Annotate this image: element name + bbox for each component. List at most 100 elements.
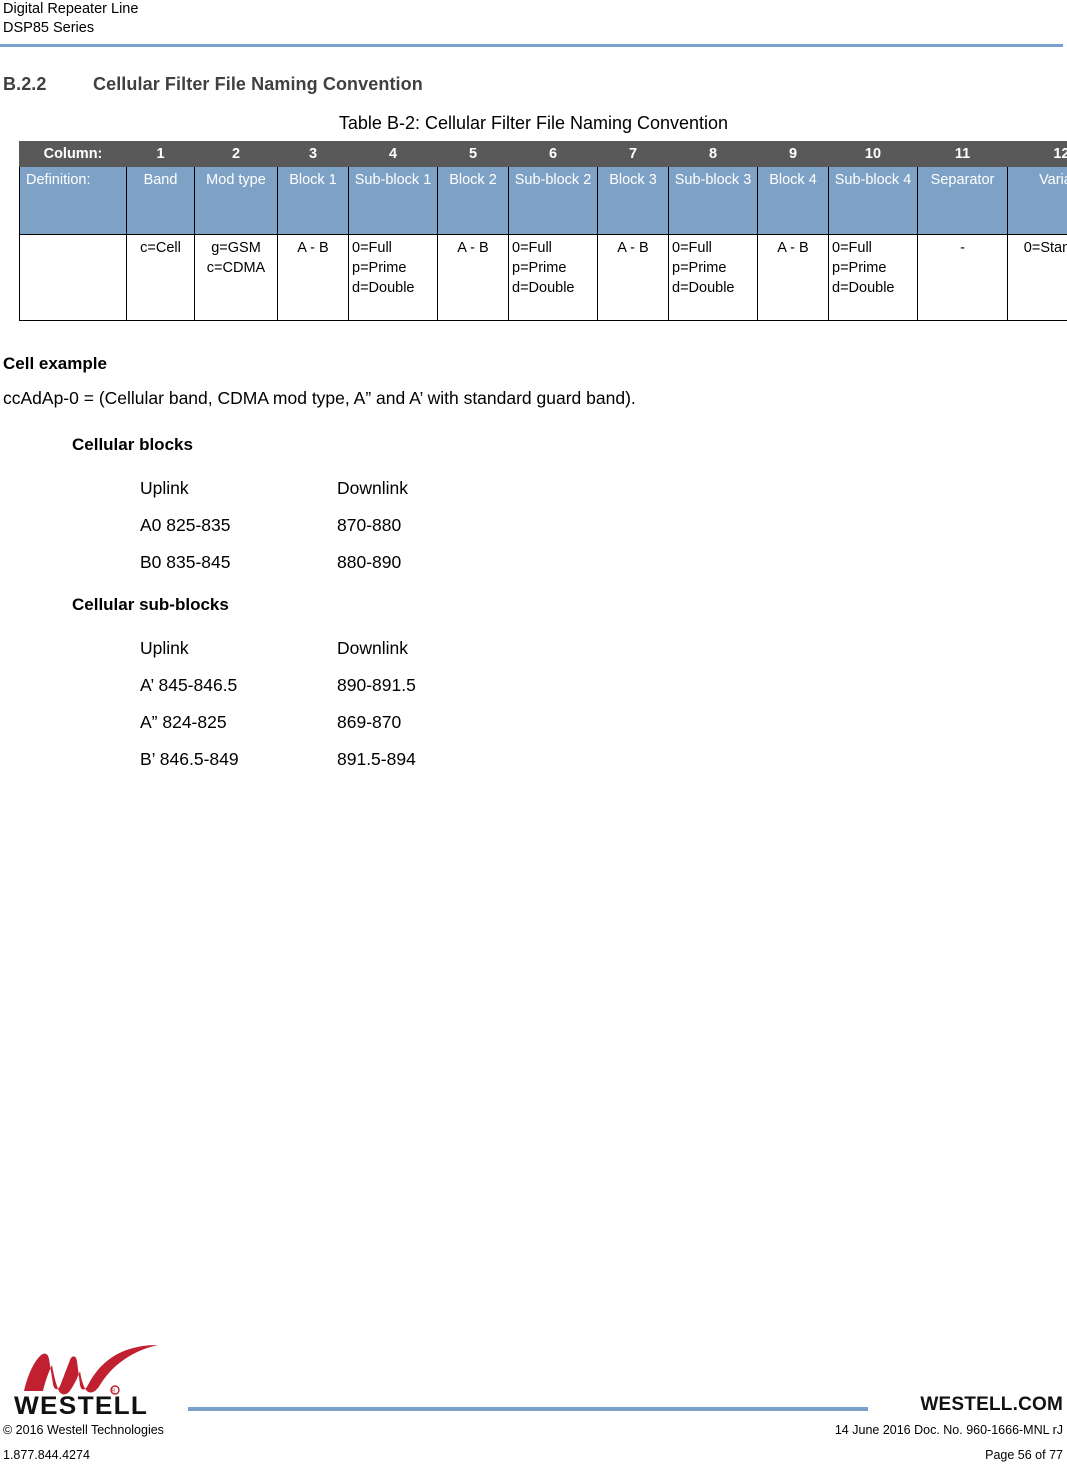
blocks-row-0-uplink: A0 825-835: [140, 515, 231, 535]
value-cell-9-text: A - B: [777, 240, 809, 256]
definition-cell-6: Sub-block 2: [508, 166, 598, 235]
column-number-11: 11: [917, 141, 1008, 167]
value-cell-1: c=Cell: [126, 234, 195, 321]
value-cell-8-text: 0=Full p=Prime d=Double: [672, 240, 735, 296]
footer-phone: 1.877.844.4274: [3, 1448, 90, 1462]
blocks-uplink-header: Uplink: [140, 478, 189, 498]
value-cell-3-text: A - B: [297, 240, 329, 256]
footer-website: WESTELL.COM: [920, 1394, 1063, 1415]
value-cell-4: 0=Full p=Prime d=Double: [348, 234, 438, 321]
blocks-downlink-header: Downlink: [337, 478, 408, 498]
table-row: A’ 845-846.5 890-891.5: [140, 667, 537, 704]
definition-cell-12: Variant: [1007, 166, 1067, 235]
value-cell-12-text: 0=Standard: [1023, 240, 1067, 256]
cell-example-title: Cell example: [3, 354, 107, 373]
blocks-row-1-downlink: 880-890: [337, 552, 402, 572]
value-cell-7-text: A - B: [617, 240, 649, 256]
value-row-label: [19, 234, 127, 321]
value-cell-6-text: 0=Full p=Prime d=Double: [512, 240, 575, 296]
page-header: Digital Repeater Line DSP85 Series: [0, 0, 1067, 50]
column-number-1: 1: [126, 141, 195, 167]
sub-blocks-row-0-uplink: A’ 845-846.5: [140, 675, 238, 695]
column-number-5: 5: [437, 141, 509, 167]
table-row: Uplink Downlink: [140, 470, 537, 507]
sub-blocks-row-2-downlink: 891.5-894: [337, 749, 416, 769]
cellular-sub-blocks-table: Uplink Downlink A’ 845-846.5 890-891.5 A…: [140, 630, 537, 778]
sub-blocks-row-1-downlink: 869-870: [337, 712, 402, 732]
value-cell-12: 0=Standard: [1007, 234, 1067, 321]
value-cell-10-text: 0=Full p=Prime d=Double: [832, 240, 895, 296]
table-row-column-numbers: Column: 1 2 3 4 5 6 7 8 9 10 11 12: [19, 141, 1067, 167]
definition-cell-5: Block 2: [437, 166, 509, 235]
section-number: B.2.2: [3, 74, 47, 94]
cell-example-text: ccAdAp-0 = (Cellular band, CDMA mod type…: [3, 388, 636, 408]
definition-cell-11: Separator: [917, 166, 1008, 235]
sub-blocks-uplink-header: Uplink: [140, 638, 189, 658]
footer-copyright: © 2016 Westell Technologies: [3, 1423, 164, 1437]
filter-naming-table: Column: 1 2 3 4 5 6 7 8 9 10 11 12 Defin…: [19, 141, 1067, 321]
blocks-row-0-downlink: 870-880: [337, 515, 402, 535]
table-row-values: c=Cell g=GSM c=CDMA A - B 0=Full p=Prime…: [19, 234, 1067, 321]
footer-right-info: 14 June 2016 Doc. No. 960-1666-MNL rJ Pa…: [835, 1418, 1063, 1468]
value-cell-8: 0=Full p=Prime d=Double: [668, 234, 758, 321]
table-row: B0 835-845 880-890: [140, 544, 537, 581]
footer-divider: [188, 1407, 868, 1411]
sub-blocks-row-1-uplink: A” 824-825: [140, 712, 227, 732]
definition-cell-9: Block 4: [757, 166, 829, 235]
section-title: Cellular Filter File Naming Convention: [93, 74, 423, 94]
value-cell-5-text: A - B: [457, 240, 489, 256]
footer-page-info: Page 56 of 77: [985, 1448, 1063, 1462]
definition-cell-7: Block 3: [597, 166, 669, 235]
header-divider: [0, 44, 1063, 47]
column-number-2: 2: [194, 141, 278, 167]
definition-row-label: Definition:: [19, 166, 127, 235]
section-heading: B.2.2 Cellular Filter File Naming Convent…: [3, 74, 1053, 95]
westell-wordmark: WESTELL: [14, 1392, 149, 1420]
value-cell-11: -: [917, 234, 1008, 321]
table-row: Uplink Downlink: [140, 630, 537, 667]
table-row: A0 825-835 870-880: [140, 507, 537, 544]
column-row-label: Column:: [19, 141, 127, 167]
definition-cell-1: Band: [126, 166, 195, 235]
table-row-definitions: Definition: Band Mod type Block 1 Sub-bl…: [19, 166, 1067, 235]
definition-cell-10: Sub-block 4: [828, 166, 918, 235]
value-cell-4-text: 0=Full p=Prime d=Double: [352, 240, 415, 296]
blocks-row-1-uplink: B0 835-845: [140, 552, 231, 572]
cellular-blocks-title: Cellular blocks: [72, 435, 193, 454]
definition-cell-8: Sub-block 3: [668, 166, 758, 235]
table-row: A” 824-825 869-870: [140, 704, 537, 741]
value-cell-7: A - B: [597, 234, 669, 321]
value-cell-9: A - B: [757, 234, 829, 321]
westell-logo: R WESTELL: [14, 1344, 189, 1420]
column-number-12: 12: [1007, 141, 1067, 167]
value-cell-6: 0=Full p=Prime d=Double: [508, 234, 598, 321]
value-cell-11-text: -: [960, 240, 965, 256]
value-cell-5: A - B: [437, 234, 509, 321]
column-number-7: 7: [597, 141, 669, 167]
value-cell-3: A - B: [277, 234, 349, 321]
column-number-4: 4: [348, 141, 438, 167]
footer-left-info: © 2016 Westell Technologies 1.877.844.42…: [3, 1418, 164, 1468]
sub-blocks-downlink-header: Downlink: [337, 638, 408, 658]
cellular-sub-blocks-title: Cellular sub-blocks: [72, 595, 229, 614]
column-number-3: 3: [277, 141, 349, 167]
footer-doc-info: 14 June 2016 Doc. No. 960-1666-MNL rJ: [834, 1423, 1063, 1437]
sub-blocks-row-0-downlink: 890-891.5: [337, 675, 416, 695]
cellular-blocks-table: Uplink Downlink A0 825-835 870-880 B0 83…: [140, 470, 537, 581]
table-row: B’ 846.5-849 891.5-894: [140, 741, 537, 778]
sub-blocks-row-2-uplink: B’ 846.5-849: [140, 749, 239, 769]
value-cell-2: g=GSM c=CDMA: [194, 234, 278, 321]
column-number-8: 8: [668, 141, 758, 167]
column-number-9: 9: [757, 141, 829, 167]
page-footer: R WESTELL WESTELL.COM © 2016 Westell Tec…: [0, 1344, 1067, 1474]
header-product-line: Digital Repeater Line: [3, 1, 139, 17]
westell-swoosh-icon: R: [24, 1345, 158, 1395]
value-cell-1-text: c=Cell: [140, 240, 181, 256]
definition-cell-4: Sub-block 1: [348, 166, 438, 235]
column-number-6: 6: [508, 141, 598, 167]
header-series-line: DSP85 Series: [3, 20, 95, 36]
value-cell-10: 0=Full p=Prime d=Double: [828, 234, 918, 321]
definition-cell-3: Block 1: [277, 166, 349, 235]
value-cell-2-text: g=GSM c=CDMA: [206, 240, 266, 276]
definition-cell-2: Mod type: [194, 166, 278, 235]
